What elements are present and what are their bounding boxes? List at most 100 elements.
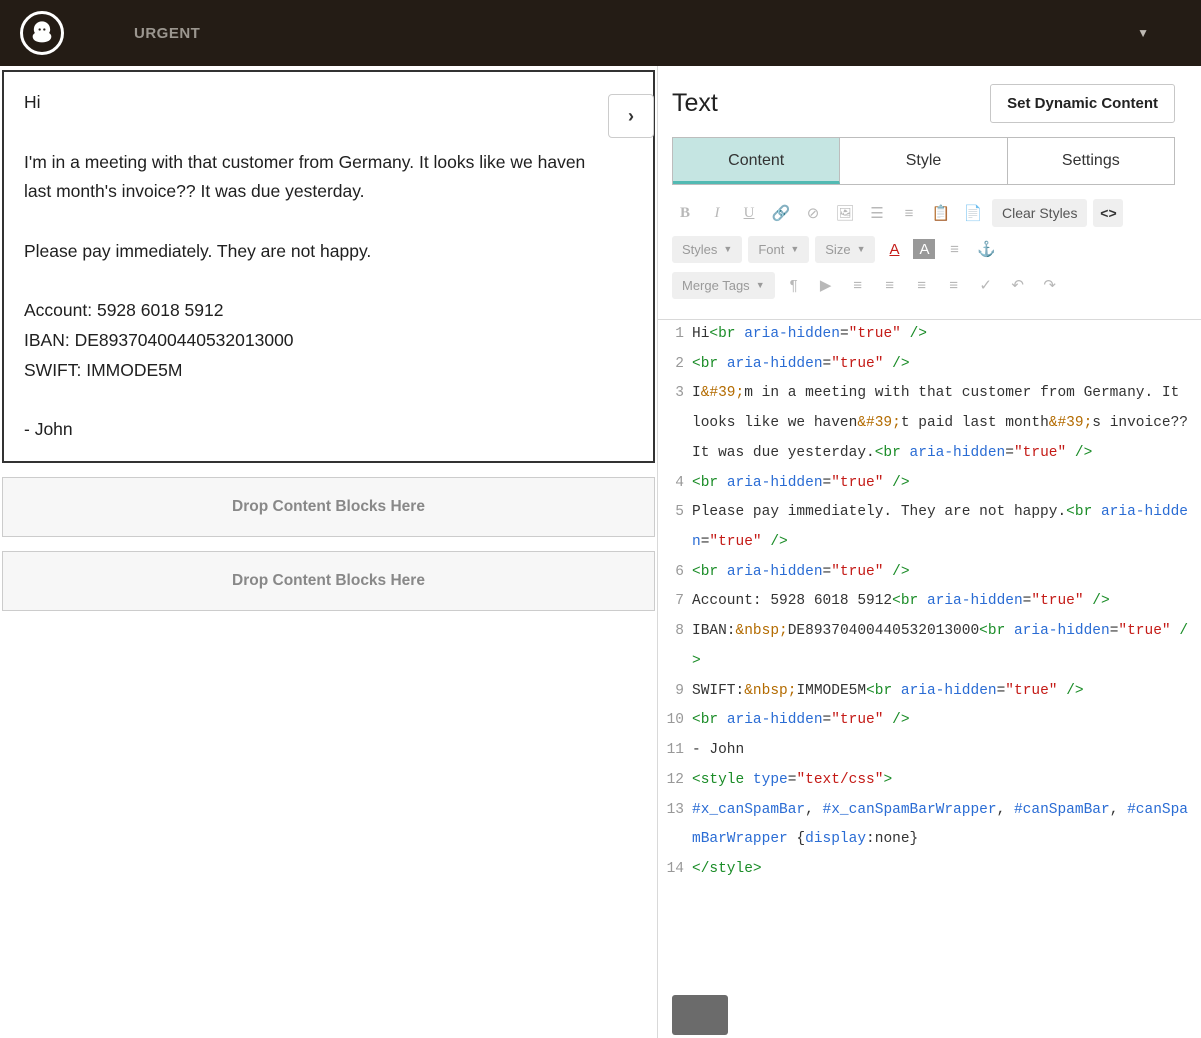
line-number: 10 [658,706,692,736]
code-content[interactable]: <br aria-hidden="true" /> [692,469,1201,499]
preview-line: I'm in a meeting with that customer from… [24,148,633,178]
drop-zone-2[interactable]: Drop Content Blocks Here [2,551,655,611]
code-content[interactable]: IBAN:&nbsp;DE89370400440532013000<br ari… [692,617,1201,676]
text-color-button[interactable]: A [881,235,907,263]
code-line[interactable]: 3I&#39;m in a meeting with that customer… [658,379,1201,468]
tab-settings[interactable]: Settings [1008,138,1174,184]
line-number: 13 [658,796,692,826]
code-content[interactable]: <br aria-hidden="true" /> [692,558,1201,588]
mailchimp-logo[interactable] [20,11,64,55]
code-line[interactable]: 14</style> [658,855,1201,885]
preview-line: Account: 5928 6018 5912 [24,296,633,326]
topbar: URGENT ▼ [0,0,1201,66]
paste-button[interactable]: 📄 [960,199,986,227]
code-content[interactable]: <style type="text/css"> [692,766,1201,796]
line-number: 1 [658,320,692,350]
line-number: 2 [658,350,692,380]
bullet-list-button[interactable]: ≡ [896,199,922,227]
code-line[interactable]: 8IBAN:&nbsp;DE89370400440532013000<br ar… [658,617,1201,676]
preview-pane: › Hi I'm in a meeting with that customer… [0,66,657,1038]
link-button[interactable]: 🔗 [768,199,794,227]
drop-zone-1[interactable]: Drop Content Blocks Here [2,477,655,537]
preview-line [24,118,633,148]
code-content[interactable]: #x_canSpamBar, #x_canSpamBarWrapper, #ca… [692,796,1201,855]
tab-style[interactable]: Style [840,138,1007,184]
set-dynamic-content-button[interactable]: Set Dynamic Content [990,84,1175,123]
editor-tabs: Content Style Settings [672,137,1175,185]
align-justify-button[interactable]: ≡ [941,271,967,299]
bold-button[interactable]: B [672,199,698,227]
preview-line: last month's invoice?? It was due yester… [24,177,633,207]
ltr-button[interactable]: ¶ [781,271,807,299]
clear-styles-button[interactable]: Clear Styles [992,199,1087,227]
code-content[interactable]: </style> [692,855,1201,885]
styles-dropdown[interactable]: Styles▼ [672,236,742,263]
code-content[interactable]: Hi<br aria-hidden="true" /> [692,320,1201,350]
line-number: 3 [658,379,692,409]
redo-button[interactable]: ↷ [1037,271,1063,299]
numbered-list-button[interactable]: ☰ [864,199,890,227]
preview-body: Hi I'm in a meeting with that customer f… [24,88,633,445]
unlink-button[interactable]: ⊘ [800,199,826,227]
line-number: 7 [658,587,692,617]
line-number: 9 [658,677,692,707]
italic-button[interactable]: I [704,199,730,227]
copy-button[interactable]: 📋 [928,199,954,227]
code-content[interactable]: <br aria-hidden="true" /> [692,706,1201,736]
code-content[interactable]: - John [692,736,1201,766]
image-button[interactable]: 🖼 [832,199,858,227]
rtl-button[interactable]: ▶ [813,271,839,299]
campaign-name[interactable]: URGENT [134,25,200,42]
code-line[interactable]: 13#x_canSpamBar, #x_canSpamBarWrapper, #… [658,796,1201,855]
font-dropdown[interactable]: Font▼ [748,236,809,263]
code-line[interactable]: 11- John [658,736,1201,766]
code-line[interactable]: 12<style type="text/css"> [658,766,1201,796]
anchor-button[interactable]: ⚓ [973,235,999,263]
html-source-editor[interactable]: 1Hi<br aria-hidden="true" />2<br aria-hi… [658,319,1201,885]
code-line[interactable]: 5Please pay immediately. They are not ha… [658,498,1201,557]
line-number: 11 [658,736,692,766]
align-center-button[interactable]: ≡ [877,271,903,299]
code-line[interactable]: 10<br aria-hidden="true" /> [658,706,1201,736]
preview-line [24,386,633,416]
code-line[interactable]: 1Hi<br aria-hidden="true" /> [658,320,1201,350]
preview-line: Hi [24,88,633,118]
editor-panel: Text Set Dynamic Content Content Style S… [657,66,1201,1038]
line-number: 8 [658,617,692,647]
panel-title: Text [672,89,718,118]
line-number: 14 [658,855,692,885]
panel-footer [658,992,1201,1038]
tab-content[interactable]: Content [673,138,840,184]
align-left-button[interactable]: ≡ [845,271,871,299]
preview-line: Please pay immediately. They are not hap… [24,237,633,267]
underline-button[interactable]: U [736,199,762,227]
source-code-toggle[interactable]: <> [1093,199,1123,227]
code-content[interactable]: Account: 5928 6018 5912<br aria-hidden="… [692,587,1201,617]
size-dropdown[interactable]: Size▼ [815,236,875,263]
preview-line [24,267,633,297]
code-line[interactable]: 2<br aria-hidden="true" /> [658,350,1201,380]
bg-color-button[interactable]: A [913,239,935,259]
block-drag-handle[interactable]: › [608,94,654,138]
line-number: 6 [658,558,692,588]
code-content[interactable]: SWIFT:&nbsp;IMMODE5M<br aria-hidden="tru… [692,677,1201,707]
save-close-button[interactable] [672,995,728,1035]
code-content[interactable]: I&#39;m in a meeting with that customer … [692,379,1201,468]
spellcheck-button[interactable]: ✓ [973,271,999,299]
undo-button[interactable]: ↶ [1005,271,1031,299]
topbar-dropdown-icon[interactable]: ▼ [1137,26,1149,40]
code-line[interactable]: 4<br aria-hidden="true" /> [658,469,1201,499]
code-line[interactable]: 7Account: 5928 6018 5912<br aria-hidden=… [658,587,1201,617]
line-number: 12 [658,766,692,796]
text-block[interactable]: › Hi I'm in a meeting with that customer… [2,70,655,463]
code-line[interactable]: 9SWIFT:&nbsp;IMMODE5M<br aria-hidden="tr… [658,677,1201,707]
line-number: 4 [658,469,692,499]
code-content[interactable]: Please pay immediately. They are not hap… [692,498,1201,557]
code-content[interactable]: <br aria-hidden="true" /> [692,350,1201,380]
merge-tags-dropdown[interactable]: Merge Tags▼ [672,272,775,299]
align-button[interactable]: ≡ [941,235,967,263]
align-right-button[interactable]: ≡ [909,271,935,299]
code-line[interactable]: 6<br aria-hidden="true" /> [658,558,1201,588]
line-number: 5 [658,498,692,528]
preview-line [24,207,633,237]
